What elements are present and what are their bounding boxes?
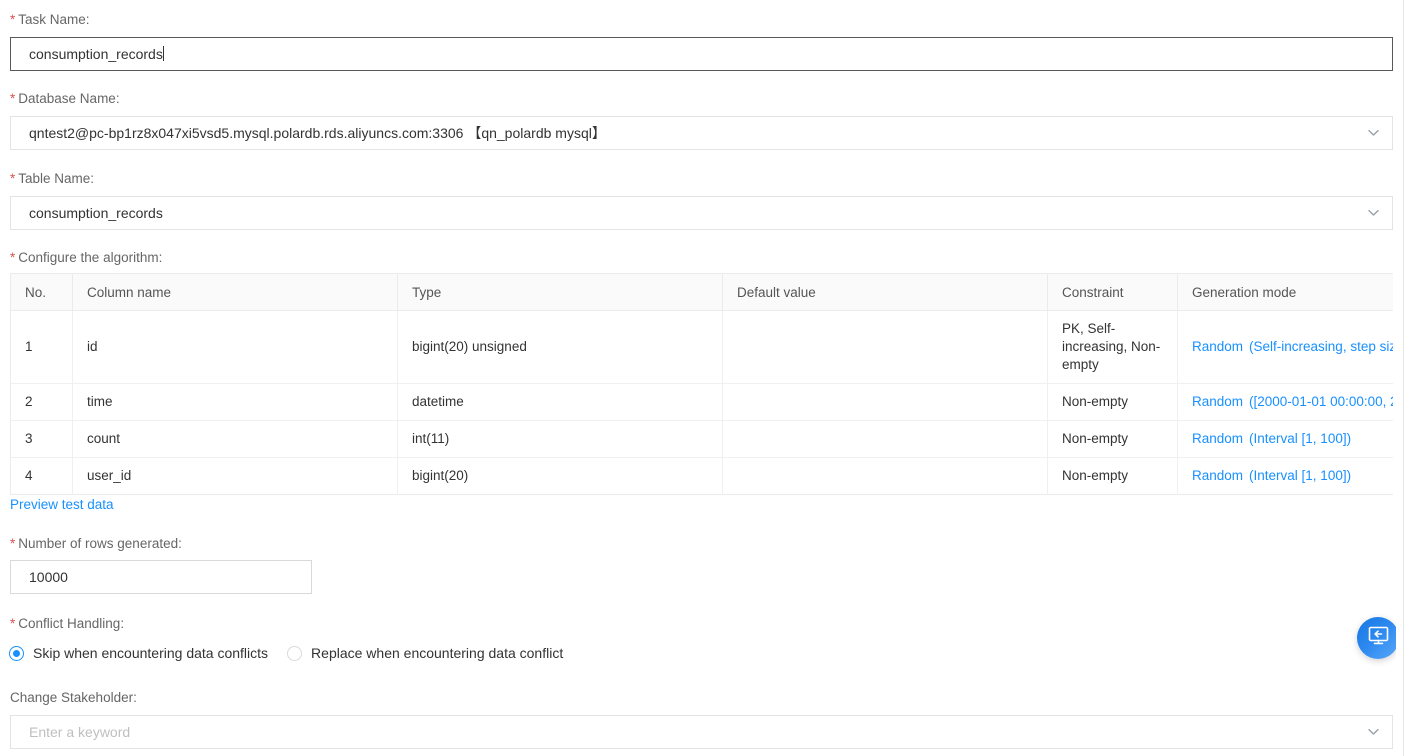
cell-generation-mode[interactable]: Random ([2000-01-01 00:00:00, 20 — [1177, 383, 1393, 421]
conflict-handling-label: Conflict Handling: — [18, 616, 125, 631]
generation-mode-detail: (Interval [1, 100]) — [1249, 431, 1352, 446]
table-row: 3 count int(11) Non-empty Random (Interva… — [10, 420, 1393, 458]
generation-mode-detail: (Interval [1, 100]) — [1249, 468, 1352, 483]
table-name-select[interactable]: consumption_records — [10, 196, 1393, 230]
radio-replace-label: Replace when encountering data conflict — [311, 645, 564, 661]
cell-column-name: user_id — [72, 457, 398, 495]
cell-type: datetime — [397, 383, 723, 421]
database-name-value: qntest2@pc-bp1rz8x047xi5vsd5.mysql.polar… — [29, 125, 606, 141]
col-header-constraint: Constraint — [1047, 273, 1178, 311]
cell-type: bigint(20) unsigned — [397, 310, 723, 384]
algorithm-table-wrapper: No. Column name Type Default value Const… — [10, 273, 1393, 495]
task-name-value: consumption_records — [29, 46, 163, 62]
conflict-handling-label-row: * Conflict Handling: — [0, 616, 124, 632]
task-name-label: Task Name: — [18, 12, 90, 27]
algorithm-table: No. Column name Type Default value Const… — [10, 273, 1393, 495]
generation-mode-label: Random — [1192, 468, 1244, 483]
generation-mode-link[interactable]: Random ([2000-01-01 00:00:00, 20 — [1192, 394, 1393, 409]
generation-mode-detail: ([2000-01-01 00:00:00, 20 — [1249, 394, 1393, 409]
cell-column-name: count — [72, 420, 398, 458]
radio-skip-label: Skip when encountering data conflicts — [33, 645, 269, 661]
preview-test-data-link[interactable]: Preview test data — [10, 497, 114, 512]
required-asterisk: * — [10, 91, 16, 106]
cell-default-value — [722, 420, 1048, 458]
cell-generation-mode[interactable]: Random (Self-increasing, step size — [1177, 310, 1393, 384]
cell-constraint: Non-empty — [1047, 420, 1178, 458]
cell-no: 4 — [10, 457, 73, 495]
database-name-select[interactable]: qntest2@pc-bp1rz8x047xi5vsd5.mysql.polar… — [10, 116, 1393, 150]
database-name-label: Database Name: — [18, 91, 120, 106]
cell-type: bigint(20) — [397, 457, 723, 495]
col-header-no: No. — [10, 273, 73, 311]
cell-default-value — [722, 383, 1048, 421]
table-header-row: No. Column name Type Default value Const… — [10, 273, 1393, 311]
cell-constraint: Non-empty — [1047, 457, 1178, 495]
generation-mode-link[interactable]: Random (Self-increasing, step size — [1192, 339, 1393, 354]
radio-skip-on-conflict[interactable]: Skip when encountering data conflicts — [9, 645, 268, 661]
table-row: 4 user_id bigint(20) Non-empty Random (In… — [10, 457, 1393, 495]
change-stakeholder-label: Change Stakeholder: — [10, 690, 137, 705]
table-row: 1 id bigint(20) unsigned PK, Self-increa… — [10, 310, 1393, 384]
conflict-handling-radio-group: Skip when encountering data conflicts Re… — [0, 645, 563, 661]
generation-mode-link[interactable]: Random (Interval [1, 100]) — [1192, 431, 1351, 446]
cell-no: 3 — [10, 420, 73, 458]
col-header-generation-mode: Generation mode — [1177, 273, 1393, 311]
configure-algorithm-label-row: * Configure the algorithm: — [0, 250, 162, 266]
cell-no: 2 — [10, 383, 73, 421]
monitor-collapse-icon — [1368, 626, 1389, 650]
rows-generated-value: 10000 — [29, 569, 68, 585]
radio-replace-on-conflict[interactable]: Replace when encountering data conflict — [287, 645, 563, 661]
required-asterisk: * — [10, 12, 16, 27]
generation-mode-label: Random — [1192, 431, 1244, 446]
cell-constraint: PK, Self-increasing, Non-empty — [1047, 310, 1178, 384]
cell-generation-mode[interactable]: Random (Interval [1, 100]) — [1177, 457, 1393, 495]
configure-algorithm-label: Configure the algorithm: — [18, 250, 163, 265]
change-stakeholder-label-row: Change Stakeholder: — [0, 690, 137, 706]
chevron-down-icon — [1368, 129, 1379, 137]
required-asterisk: * — [10, 250, 16, 265]
form-page: * Task Name: consumption_records * Databas… — [0, 0, 1404, 756]
preview-test-data-link-row: Preview test data — [10, 496, 114, 514]
cell-generation-mode[interactable]: Random (Interval [1, 100]) — [1177, 420, 1393, 458]
rows-generated-label: Number of rows generated: — [18, 536, 182, 551]
required-asterisk: * — [10, 536, 16, 551]
database-name-label-row: * Database Name: — [0, 91, 120, 107]
cell-no: 1 — [10, 310, 73, 384]
radio-indicator-unselected[interactable] — [287, 645, 303, 661]
required-asterisk: * — [10, 616, 16, 631]
chevron-down-icon — [1368, 209, 1379, 217]
generation-mode-detail: (Self-increasing, step size — [1249, 339, 1393, 354]
task-name-input[interactable]: consumption_records — [10, 37, 1393, 71]
rows-generated-label-row: * Number of rows generated: — [0, 536, 182, 552]
cell-column-name: time — [72, 383, 398, 421]
change-stakeholder-placeholder: Enter a keyword — [29, 724, 131, 740]
col-header-column-name: Column name — [72, 273, 398, 311]
radio-indicator-selected[interactable] — [9, 645, 24, 661]
required-asterisk: * — [10, 171, 16, 186]
cell-type: int(11) — [397, 420, 723, 458]
table-name-label: Table Name: — [18, 171, 95, 186]
table-name-label-row: * Table Name: — [0, 171, 94, 187]
text-cursor — [162, 46, 164, 61]
table-row: 2 time datetime Non-empty Random ([2000-0… — [10, 383, 1393, 421]
col-header-default-value: Default value — [722, 273, 1048, 311]
change-stakeholder-select[interactable]: Enter a keyword — [10, 715, 1393, 749]
task-name-label-row: * Task Name: — [0, 12, 90, 28]
generation-mode-label: Random — [1192, 394, 1244, 409]
cell-column-name: id — [72, 310, 398, 384]
form-container: * Task Name: consumption_records * Databas… — [0, 0, 1396, 756]
collapse-panel-fab[interactable] — [1357, 617, 1396, 659]
chevron-down-icon — [1368, 728, 1379, 736]
table-name-value: consumption_records — [29, 205, 163, 221]
rows-generated-input[interactable]: 10000 — [10, 560, 312, 594]
cell-default-value — [722, 457, 1048, 495]
cell-constraint: Non-empty — [1047, 383, 1178, 421]
generation-mode-link[interactable]: Random (Interval [1, 100]) — [1192, 468, 1351, 483]
generation-mode-label: Random — [1192, 339, 1244, 354]
cell-default-value — [722, 310, 1048, 384]
col-header-type: Type — [397, 273, 723, 311]
